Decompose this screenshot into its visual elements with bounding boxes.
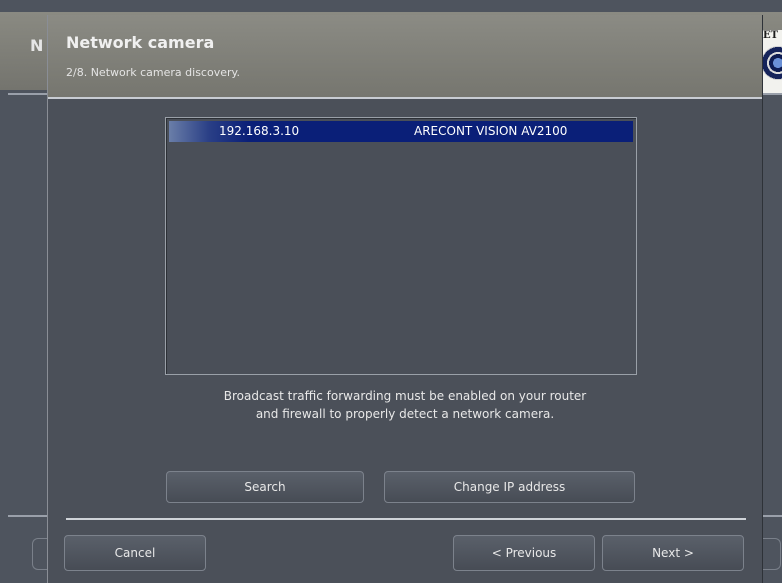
- dialog-header: Network camera 2/8. Network camera disco…: [48, 15, 762, 97]
- info-line-1: Broadcast traffic forwarding must be ena…: [223, 389, 587, 403]
- next-button[interactable]: Next >: [602, 535, 744, 571]
- logo-ring-icon: [761, 46, 782, 80]
- camera-ip-address: 192.168.3.10: [219, 124, 300, 138]
- header-divider: [48, 97, 762, 99]
- search-button[interactable]: Search: [166, 471, 364, 503]
- cancel-button[interactable]: Cancel: [64, 535, 206, 571]
- background-window-title: N: [30, 36, 44, 55]
- info-line-2: and firewall to properly detect a networ…: [255, 407, 555, 421]
- background-button-right: [760, 538, 781, 570]
- camera-list-row[interactable]: 192.168.3.10 ARECONT VISION AV2100: [169, 121, 633, 142]
- change-ip-address-button[interactable]: Change IP address: [384, 471, 635, 503]
- brand-logo-text: ET: [763, 30, 779, 41]
- camera-model: ARECONT VISION AV2100: [414, 124, 568, 138]
- footer-divider: [66, 518, 746, 520]
- broadcast-info-text: Broadcast traffic forwarding must be ena…: [105, 387, 705, 423]
- network-camera-dialog: Network camera 2/8. Network camera disco…: [47, 15, 763, 583]
- dialog-step-subtitle: 2/8. Network camera discovery.: [66, 66, 240, 79]
- dialog-title: Network camera: [66, 33, 215, 52]
- camera-list[interactable]: 192.168.3.10 ARECONT VISION AV2100: [165, 117, 637, 375]
- previous-button[interactable]: < Previous: [453, 535, 595, 571]
